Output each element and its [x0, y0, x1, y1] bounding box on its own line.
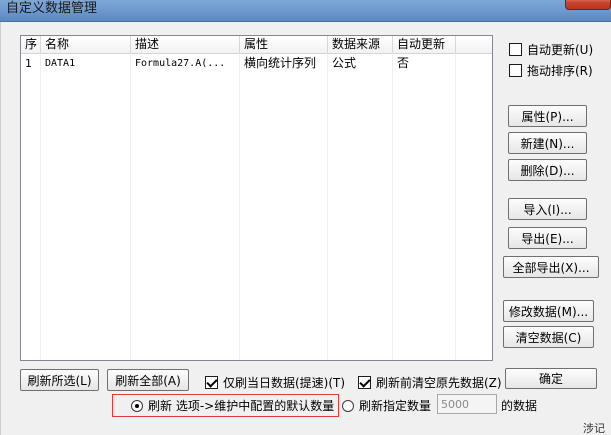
list-header: 序 名称 描述 属性 数据来源 自动更新	[21, 36, 492, 54]
column-header-description[interactable]: 描述	[131, 36, 240, 54]
drag-sort-checkbox-box[interactable]	[509, 64, 522, 77]
refresh-custom-radio-dot[interactable]	[342, 399, 354, 412]
refresh-custom-radio[interactable]: 刷新指定数量	[342, 397, 431, 414]
column-header-name[interactable]: 名称	[41, 36, 131, 54]
auto-update-checkbox-box[interactable]	[509, 43, 522, 56]
export-all-button[interactable]: 全部导出(X)...	[503, 256, 599, 278]
new-button[interactable]: 新建(N)...	[508, 132, 587, 154]
refresh-default-radio-dot[interactable]	[131, 399, 143, 412]
window-title: 自定义数据管理	[6, 1, 98, 16]
import-button[interactable]: 导入(I)...	[508, 198, 587, 220]
refresh-default-label: 刷新 选项->维护中配置的默认数量	[148, 399, 335, 413]
delete-button[interactable]: 删除(D)...	[508, 159, 587, 181]
auto-update-checkbox[interactable]: 自动更新(U)	[509, 41, 593, 58]
cell-description: Formula27.A(...	[135, 58, 226, 69]
today-only-checkbox-box[interactable]	[205, 376, 218, 389]
count-suffix-label: 的数据	[501, 399, 538, 413]
column-header-attribute[interactable]: 属性	[240, 36, 328, 54]
column-header-index[interactable]: 序	[21, 36, 41, 54]
column-gridlines	[21, 55, 492, 360]
drag-sort-checkbox[interactable]: 拖动排序(R)	[509, 62, 593, 79]
dialog-body: 序 名称 描述 属性 数据来源 自动更新 1 DATA1 Formula27.A…	[0, 22, 611, 435]
cell-name: DATA1	[45, 58, 76, 69]
refresh-custom-label: 刷新指定数量	[359, 399, 432, 413]
properties-button[interactable]: 属性(P)...	[508, 105, 587, 127]
cell-source: 公式	[332, 56, 357, 70]
auto-update-label: 自动更新(U)	[527, 43, 594, 57]
background-window-text: 涉记号	[583, 422, 605, 435]
refresh-all-button[interactable]: 刷新全部(A)	[107, 369, 189, 391]
refresh-default-radio[interactable]: 刷新 选项->维护中配置的默认数量	[131, 397, 334, 414]
column-header-auto-update[interactable]: 自动更新	[393, 36, 456, 54]
clear-before-refresh-checkbox-box[interactable]	[358, 376, 371, 389]
clear-before-refresh-label: 刷新前清空原先数据(Z)	[376, 376, 502, 390]
cell-auto-update: 否	[397, 56, 410, 70]
cell-attribute: 横向统计序列	[244, 56, 317, 70]
clear-data-button[interactable]: 清空数据(C)	[503, 326, 594, 348]
refresh-selected-button[interactable]: 刷新所选(L)	[20, 369, 99, 391]
clear-before-refresh-checkbox[interactable]: 刷新前清空原先数据(Z)	[358, 374, 502, 391]
list-body: 1 DATA1 Formula27.A(... 横向统计序列 公式 否	[21, 55, 492, 360]
ok-button[interactable]: 确定	[505, 368, 597, 389]
export-button[interactable]: 导出(E)...	[508, 227, 587, 249]
column-header-source[interactable]: 数据来源	[328, 36, 393, 54]
table-row[interactable]: 1 DATA1 Formula27.A(... 横向统计序列 公式 否	[21, 55, 492, 72]
title-bar: 自定义数据管理	[0, 0, 611, 22]
drag-sort-label: 拖动排序(R)	[527, 64, 593, 78]
cell-index: 1	[25, 57, 32, 70]
today-only-label: 仅刷当日数据(提速)(T)	[223, 376, 346, 390]
modify-data-button[interactable]: 修改数据(M)...	[503, 300, 594, 322]
close-icon[interactable]	[565, 0, 611, 10]
refresh-count-input[interactable]	[437, 394, 497, 414]
today-only-checkbox[interactable]: 仅刷当日数据(提速)(T)	[205, 374, 345, 391]
data-list[interactable]: 序 名称 描述 属性 数据来源 自动更新 1 DATA1 Formula27.A…	[20, 35, 493, 361]
